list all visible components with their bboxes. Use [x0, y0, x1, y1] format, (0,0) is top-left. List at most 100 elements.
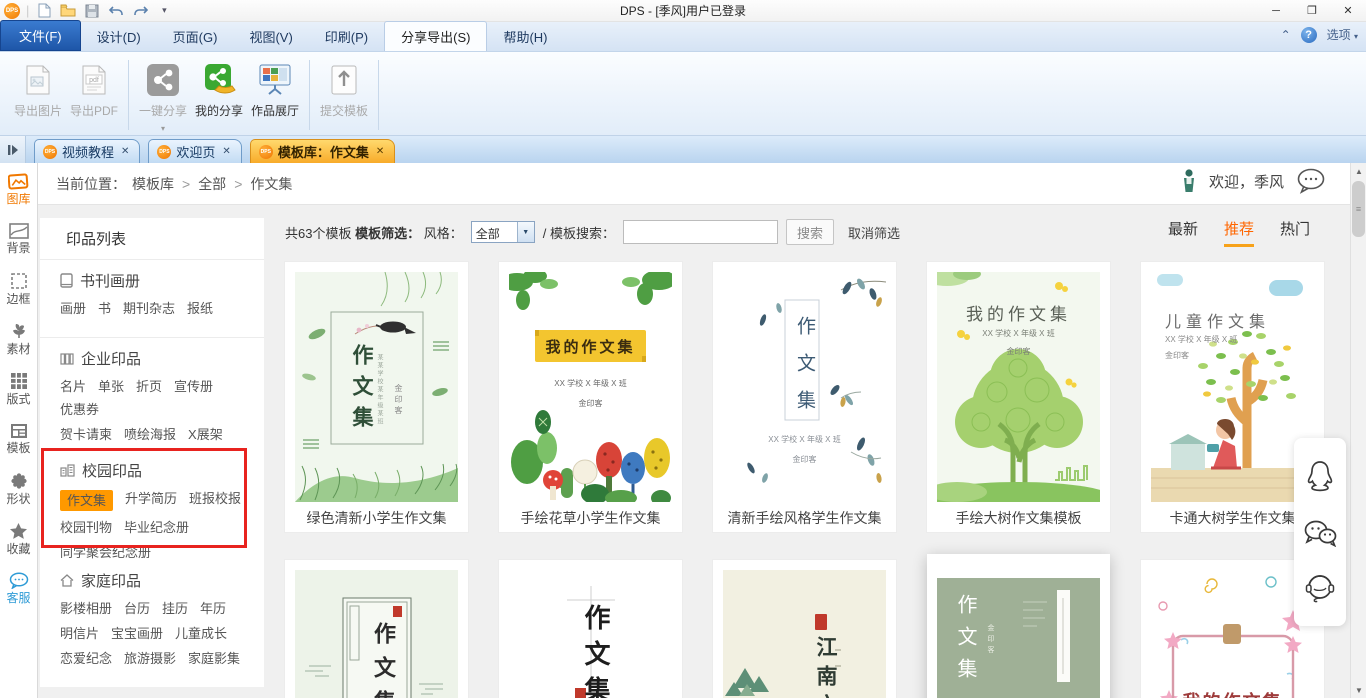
submit-template-button[interactable]: 提交模板 [316, 58, 372, 119]
category-link[interactable]: 年历 [200, 600, 226, 617]
template-card[interactable]: 我的作文集 XX 学校 X 年级 X 班 金印客 手绘大树作文集模板 [927, 262, 1110, 532]
template-card[interactable]: 作文集 XX 学校 X 年级 X 班 [285, 560, 468, 698]
customer-service-headset-icon[interactable] [1304, 572, 1336, 604]
wechat-icon[interactable] [1303, 519, 1337, 547]
minimize-button[interactable]: ─ [1258, 1, 1294, 21]
style-select[interactable]: 全部 ▼ [470, 221, 535, 243]
category-link[interactable]: X展架 [188, 426, 223, 443]
category-link[interactable]: 毕业纪念册 [124, 519, 189, 536]
sort-recommended[interactable]: 推荐 [1223, 218, 1254, 247]
home-icon [60, 574, 74, 587]
category-link[interactable]: 旅游摄影 [124, 650, 176, 667]
category-link[interactable]: 台历 [124, 600, 150, 617]
category-link[interactable]: 校园刊物 [60, 519, 112, 536]
template-card[interactable]: 作文集 某某学校某年级某班 金印客 绿色清新小学生作文集 [285, 262, 468, 532]
category-link-essay-collection-selected[interactable]: 作文集 [60, 490, 114, 511]
template-card[interactable]: 作文集 XX 学校 X 年级 X 班 金印客 清新手绘风格学生作文集 [713, 262, 896, 532]
filter-label: 模板筛选： [355, 225, 421, 241]
rail-item-shape[interactable]: 形状 [0, 463, 37, 513]
restore-button[interactable]: ❐ [1294, 1, 1330, 21]
close-tab-icon[interactable]: ✕ [376, 146, 384, 157]
template-card[interactable]: 江南文化 [713, 560, 896, 698]
category-link[interactable]: 明信片 [60, 625, 99, 642]
search-button[interactable]: 搜索 [785, 219, 834, 245]
category-link[interactable]: 单张 [98, 378, 124, 395]
rail-item-customer-service[interactable]: 客服 [0, 563, 37, 613]
close-button[interactable]: ✕ [1330, 1, 1366, 21]
template-card-hovered[interactable]: 作文集 金印客 [927, 554, 1110, 698]
category-link[interactable]: 同学聚会纪念册 [60, 544, 151, 561]
category-group-books: 书刊画册 画册 书 期刊杂志 报纸 [60, 273, 214, 317]
template-card[interactable]: 作文集 XX 学校 X 年级 X 班 [499, 560, 682, 698]
scroll-up-arrow[interactable]: ▲ [1351, 163, 1366, 179]
category-link[interactable]: 儿童成长 [175, 625, 227, 642]
close-tab-icon[interactable]: ✕ [222, 146, 230, 157]
category-link[interactable]: 书 [98, 300, 111, 317]
vertical-scrollbar[interactable]: ▲ ≡ ▼ [1350, 163, 1366, 698]
category-link[interactable]: 折页 [136, 378, 162, 395]
close-tab-icon[interactable]: ✕ [121, 146, 129, 157]
cancel-filter-button[interactable]: 取消筛选 [848, 223, 900, 242]
share-dropdown-icon[interactable]: ▾ [161, 124, 165, 133]
one-click-share-button[interactable]: 一键分享 ▾ [135, 58, 191, 133]
template-title: 手绘花草小学生作文集 [520, 510, 661, 526]
breadcrumb-essay-collection[interactable]: 作文集 [250, 174, 292, 194]
scrollbar-thumb[interactable]: ≡ [1352, 181, 1365, 237]
rail-item-gallery[interactable]: 图库 [0, 163, 37, 213]
doc-tab-welcome[interactable]: DPS 欢迎页 ✕ [148, 139, 242, 163]
category-link[interactable]: 报纸 [187, 300, 213, 317]
rail-item-layout[interactable]: 版式 [0, 363, 37, 413]
rail-item-material[interactable]: 素材 [0, 313, 37, 363]
menu-tab-file[interactable]: 文件(F) [0, 20, 81, 51]
works-gallery-button[interactable]: 作品展厅 [247, 58, 303, 119]
category-link[interactable]: 优惠券 [60, 401, 99, 418]
sort-newest[interactable]: 最新 [1168, 218, 1198, 247]
collapse-ribbon-icon[interactable]: ⌃ [1281, 28, 1291, 42]
breadcrumb-all[interactable]: 全部 [198, 174, 226, 194]
menu-tab-help[interactable]: 帮助(H) [487, 22, 563, 51]
template-card[interactable]: 我的作文集 XX 学校 X 年级 X 班 金印客 手绘花草小学生作文集 [499, 262, 682, 532]
avatar [1183, 169, 1194, 192]
feedback-chat-icon[interactable] [1296, 168, 1326, 194]
export-image-button[interactable]: 导出图片 [10, 58, 66, 119]
rail-item-template[interactable]: 模板 [0, 413, 37, 463]
category-link[interactable]: 宣传册 [174, 378, 213, 395]
rail-item-favorites[interactable]: 收藏 [0, 513, 37, 563]
menu-tab-view[interactable]: 视图(V) [233, 22, 308, 51]
breadcrumb-template-library[interactable]: 模板库 [132, 174, 174, 194]
menu-tab-share-export[interactable]: 分享导出(S) [384, 21, 488, 51]
tab-scroll-button[interactable] [0, 136, 26, 163]
options-button[interactable]: 选项 ▾ [1327, 26, 1358, 43]
scroll-down-arrow[interactable]: ▼ [1351, 682, 1366, 698]
ribbon-separator [378, 60, 379, 130]
my-shares-icon [201, 62, 237, 98]
category-link[interactable]: 画册 [60, 300, 86, 317]
category-link[interactable]: 恋爱纪念 [60, 650, 112, 667]
category-link[interactable]: 影楼相册 [60, 600, 112, 617]
qq-icon[interactable] [1305, 460, 1335, 494]
grid-icon [10, 372, 27, 389]
rail-item-border[interactable]: 边框 [0, 263, 37, 313]
category-link[interactable]: 贺卡请柬 [60, 426, 112, 443]
category-link[interactable]: 挂历 [162, 600, 188, 617]
template-search-input[interactable] [622, 220, 778, 244]
breadcrumb-separator: > [234, 175, 243, 192]
category-link[interactable]: 家庭影集 [188, 650, 240, 667]
category-link[interactable]: 喷绘海报 [124, 426, 176, 443]
my-shares-button[interactable]: 我的分享 [191, 58, 247, 119]
doc-tab-template-library[interactable]: DPS 模板库：作文集 ✕ [249, 139, 396, 163]
category-link[interactable]: 名片 [60, 378, 86, 395]
doc-tab-video-tutorial[interactable]: DPS 视频教程 ✕ [34, 139, 141, 163]
help-icon[interactable]: ? [1300, 26, 1317, 43]
menu-tab-page[interactable]: 页面(G) [157, 22, 234, 51]
category-link[interactable]: 升学简历 [125, 490, 177, 511]
sort-popular[interactable]: 热门 [1280, 218, 1310, 247]
menu-tab-design[interactable]: 设计(D) [81, 22, 157, 51]
category-link[interactable]: 期刊杂志 [123, 300, 175, 317]
sort-bar: 最新 推荐 热门 [1168, 218, 1310, 247]
menu-tab-print[interactable]: 印刷(P) [309, 22, 384, 51]
category-link[interactable]: 班报校报 [189, 490, 241, 511]
rail-item-background[interactable]: 背景 [0, 213, 37, 263]
export-pdf-button[interactable]: pdf 导出PDF [66, 58, 122, 119]
category-link[interactable]: 宝宝画册 [111, 625, 163, 642]
